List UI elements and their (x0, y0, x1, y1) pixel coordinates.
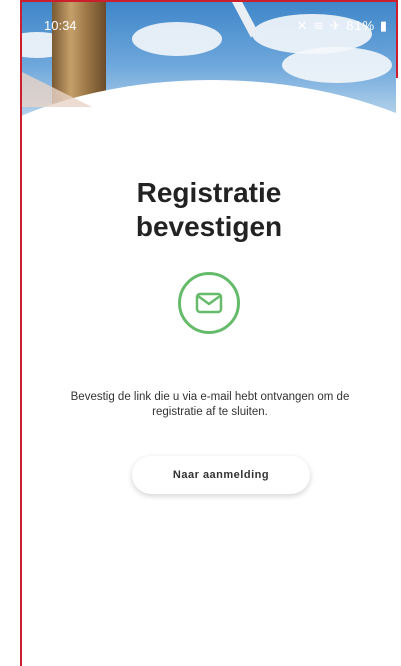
confirmation-message: Bevestig de link die u via e-mail hebt o… (70, 391, 350, 418)
page-title-line1: Registratie (136, 177, 282, 208)
mute-icon: ✕ (296, 18, 309, 33)
go-to-login-button[interactable]: Naar aanmelding (132, 456, 310, 494)
status-icons: ✕ ≋ ✈ 81% ▮ (297, 18, 388, 34)
battery-icon: ▮ (379, 18, 388, 33)
page-title: Registratie bevestigen (22, 176, 396, 244)
page-title-line2: bevestigen (135, 211, 283, 242)
frame-border-left (20, 0, 22, 666)
mail-icon (195, 292, 223, 314)
battery-label: 81% (346, 18, 376, 33)
status-bar: 10:34 ✕ ≋ ✈ 81% ▮ (22, 18, 396, 38)
frame-border-top (20, 0, 398, 2)
wifi-icon: ≋ (313, 18, 326, 33)
frame-border-right (396, 0, 398, 78)
mail-icon-circle (178, 272, 240, 334)
status-time: 10:34 (44, 18, 77, 33)
airplane-icon: ✈ (329, 18, 342, 33)
app-screen: 10:34 ✕ ≋ ✈ 81% ▮ Registratie bevestigen… (0, 0, 401, 666)
header-wedge (22, 72, 92, 107)
